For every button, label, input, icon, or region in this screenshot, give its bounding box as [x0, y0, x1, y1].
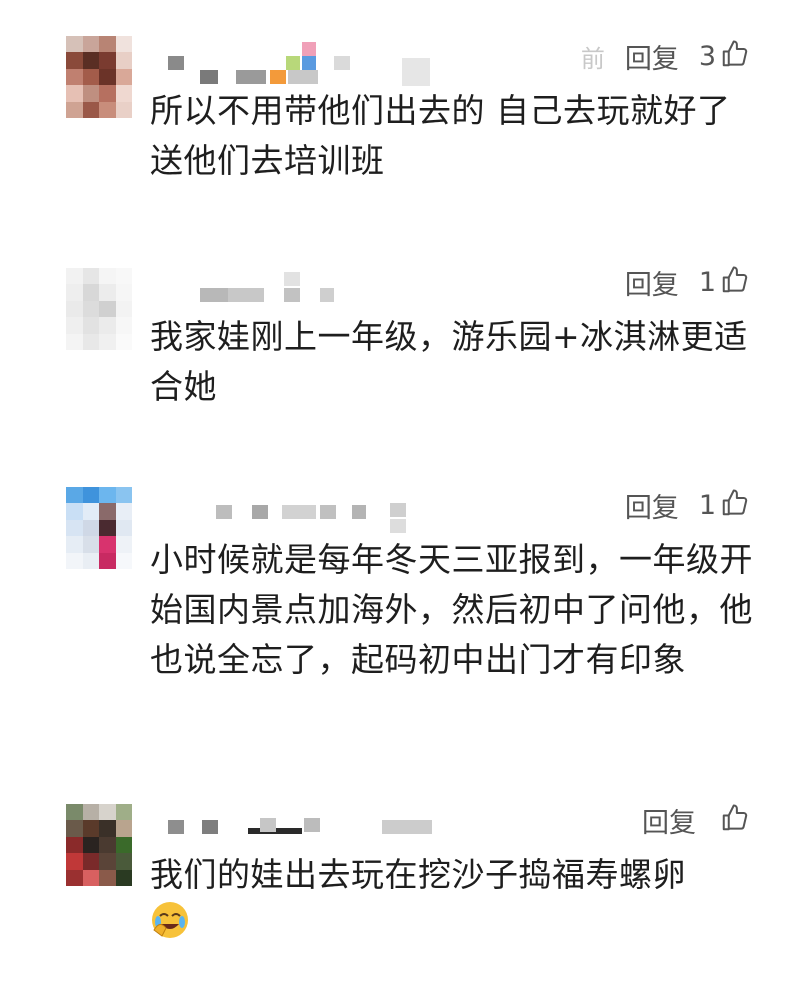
thumbs-up-icon — [720, 265, 750, 299]
comment-text: 我们的娃出去玩在挖沙子捣福寿螺卵 — [150, 855, 686, 894]
comment-actions: 回复 — [642, 800, 750, 840]
comment-1: 前 回复 3 所以不用带他们出去的 自己去玩就好了 送他们去培训班 — [0, 36, 800, 211]
like-button[interactable]: 1 — [699, 265, 750, 299]
avatar[interactable] — [66, 487, 132, 569]
username-blurred[interactable] — [164, 262, 414, 302]
comment-actions: 回复 1 — [625, 485, 750, 525]
comment-3: 回复 1 小时候就是每年冬天三亚报到，一年级开始国内景点加海外，然后初中了问他，… — [0, 485, 800, 735]
like-count: 1 — [698, 266, 716, 298]
username-blurred[interactable] — [164, 40, 464, 86]
comment-4: 回复 我们的娃出去玩在挖沙子捣福寿螺卵 — [0, 800, 800, 990]
thumbs-up-icon — [720, 488, 750, 522]
comment-2: 回复 1 我家娃刚上一年级，游乐园+冰淇淋更适合她 — [0, 262, 800, 412]
reply-button[interactable]: 回复 — [625, 263, 679, 302]
comment-actions: 回复 1 — [625, 262, 750, 302]
like-button[interactable]: 1 — [699, 488, 750, 522]
avatar[interactable] — [66, 804, 132, 886]
reply-button[interactable]: 回复 — [625, 37, 679, 76]
comment-text: 小时候就是每年冬天三亚报到，一年级开始国内景点加海外，然后初中了问他，他也说全忘… — [150, 540, 753, 679]
reply-button[interactable]: 回复 — [625, 486, 679, 525]
comment-text: 所以不用带他们出去的 自己去玩就好了 送他们去培训班 — [150, 91, 731, 180]
like-button[interactable]: 3 — [699, 39, 750, 73]
like-count: 1 — [698, 489, 716, 521]
like-button[interactable] — [716, 803, 750, 837]
reply-button[interactable]: 回复 — [642, 801, 696, 840]
comment-time: 前 — [580, 44, 605, 73]
avatar[interactable] — [66, 36, 132, 118]
username-blurred[interactable] — [164, 804, 464, 834]
like-count: 3 — [698, 40, 716, 72]
comment-text: 我家娃刚上一年级，游乐园+冰淇淋更适合她 — [150, 317, 748, 406]
thumbs-up-icon — [720, 803, 750, 837]
username-blurred[interactable] — [164, 489, 464, 533]
comment-actions: 前 回复 3 — [581, 36, 750, 76]
cry-laugh-emoji-icon — [150, 900, 190, 940]
avatar[interactable] — [66, 268, 132, 350]
thumbs-up-icon — [720, 39, 750, 73]
